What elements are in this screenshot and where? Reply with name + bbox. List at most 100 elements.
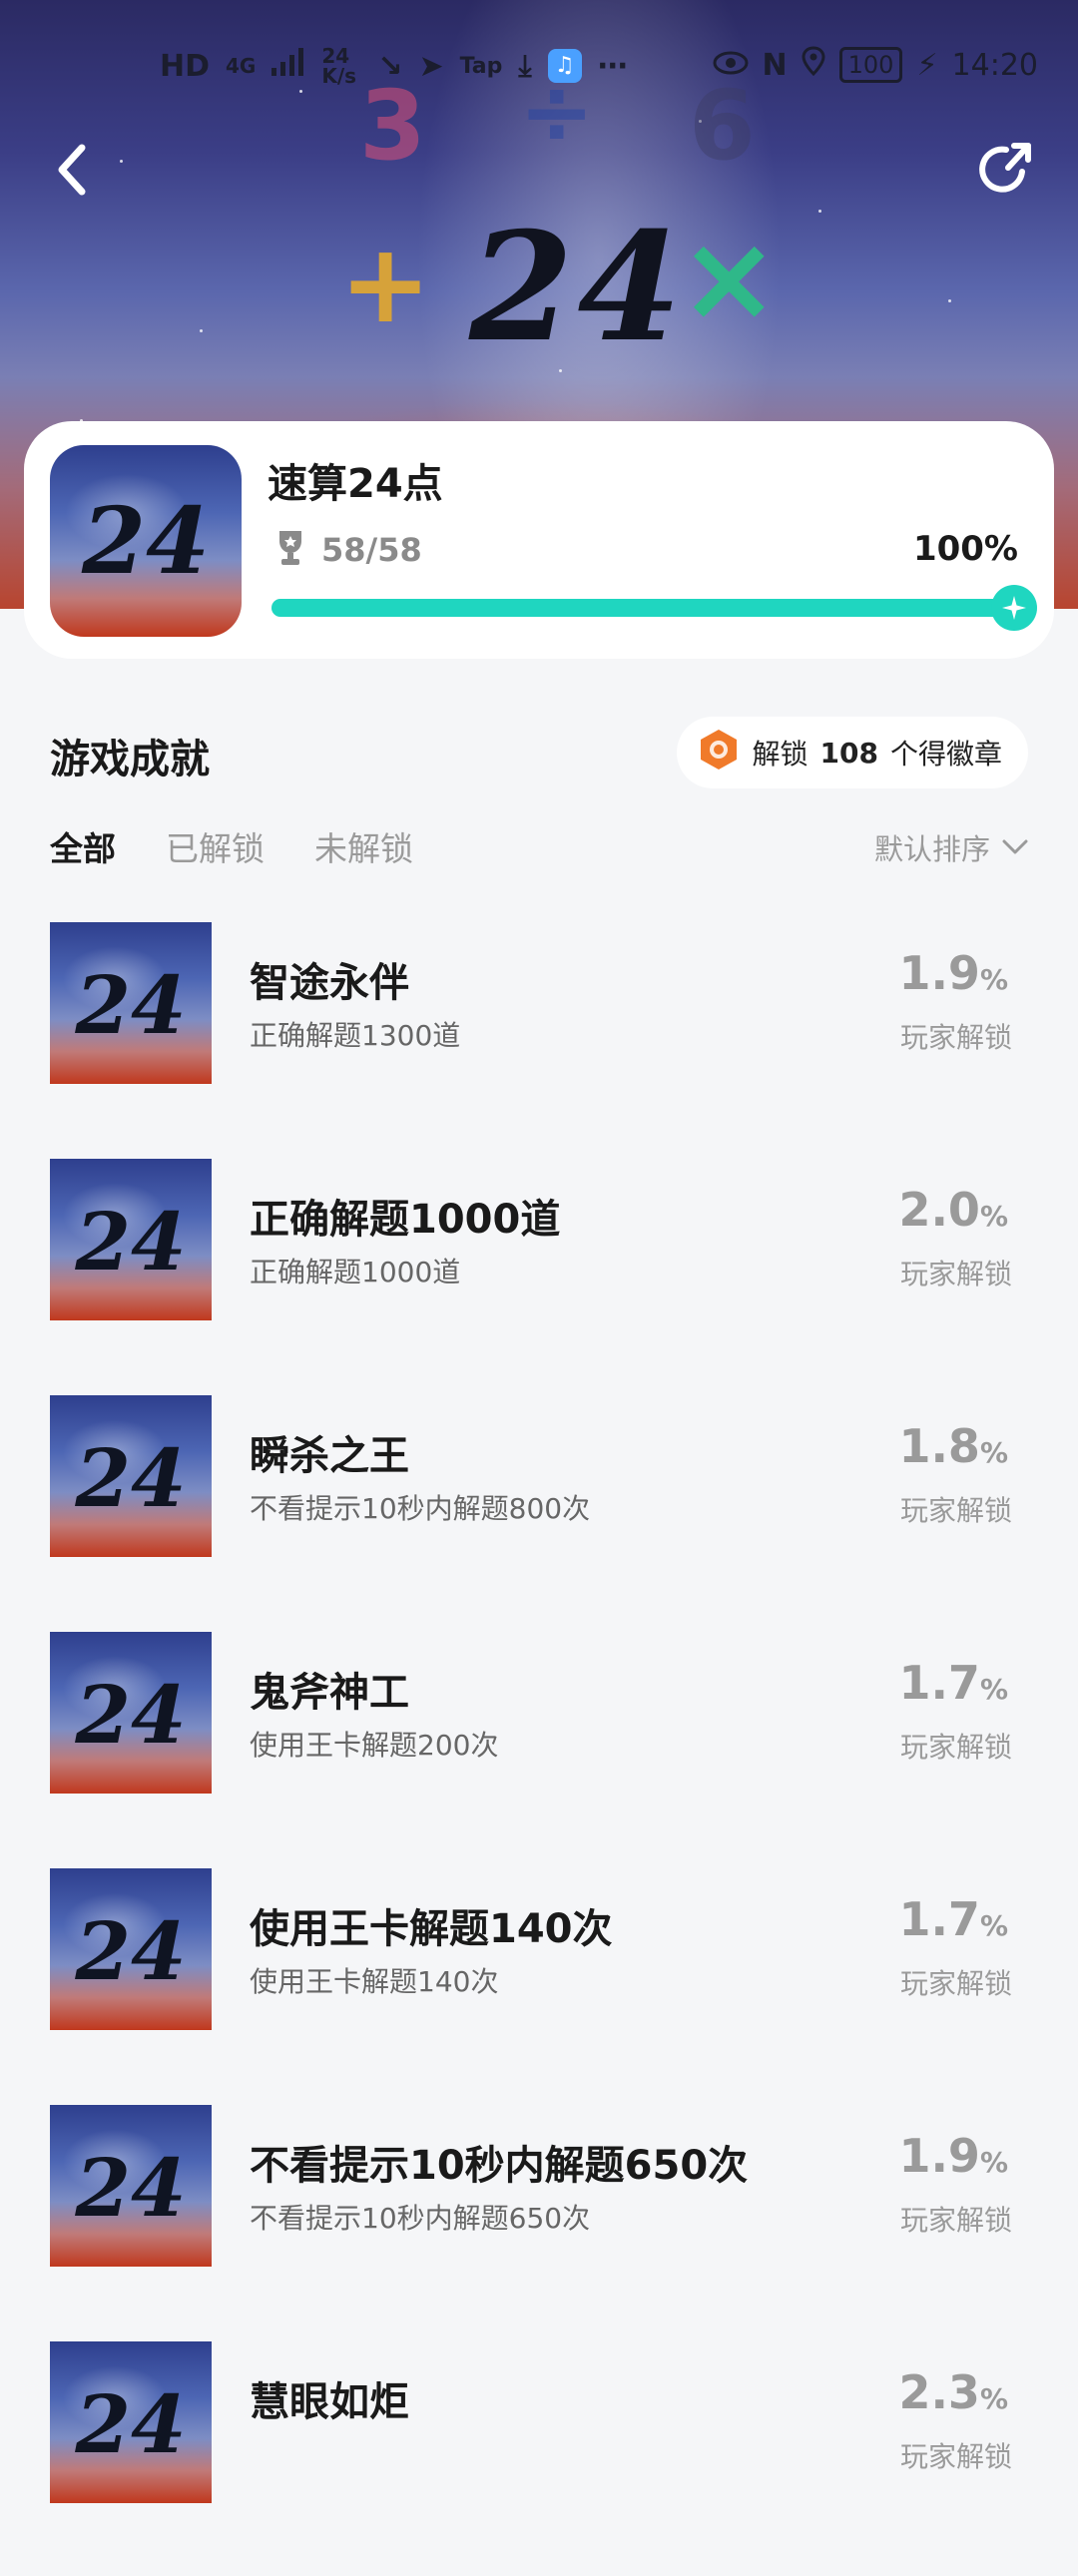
achievement-item[interactable]: 24 使用王卡解题140次 使用王卡解题140次 1.7% 玩家解锁 xyxy=(0,1866,1078,2103)
unlock-rate-label: 玩家解锁 xyxy=(899,1967,1012,2000)
percent-sign: % xyxy=(979,1673,1008,1706)
unlock-rate-value: 1.9 xyxy=(898,2129,980,2183)
achievement-unlock-rate: 1.7% xyxy=(898,1656,1008,1710)
achievement-item[interactable]: 24 慧眼如炬 2.3% 玩家解锁 xyxy=(0,2339,1078,2576)
achievement-name: 使用王卡解题140次 xyxy=(250,1906,613,1952)
completion-percent: 100% xyxy=(912,529,1018,569)
status-bar: HD 4G 24 K/s ↘ ➤ Tap ⤓ ♫ ⋯ N 100 ⚡ 14:20 xyxy=(0,40,1078,100)
badge-icon xyxy=(697,728,741,778)
achievement-icon: 24 xyxy=(50,922,212,1084)
achievement-icon-number: 24 xyxy=(75,2140,187,2235)
game-icon-number: 24 xyxy=(81,487,211,596)
battery-icon: 100 xyxy=(838,47,903,83)
achievement-unlock-rate: 2.0% xyxy=(898,1183,1008,1237)
achievement-icon-number: 24 xyxy=(75,957,187,1052)
achievement-item[interactable]: 24 不看提示10秒内解题650次 不看提示10秒内解题650次 1.9% 玩家解锁 xyxy=(0,2103,1078,2339)
percent-sign: % xyxy=(979,2382,1008,2415)
share-button[interactable] xyxy=(964,130,1044,210)
unlock-rate-value: 1.8 xyxy=(898,1419,980,1473)
unlock-rate-label: 玩家解锁 xyxy=(899,2440,1012,2473)
achievement-description: 正确解题1300道 xyxy=(250,1019,461,1052)
unlock-rate-label: 玩家解锁 xyxy=(899,1731,1012,1764)
net-speed: 24 K/s xyxy=(321,44,357,88)
achievement-name: 鬼斧神工 xyxy=(250,1670,409,1716)
progress-bar xyxy=(271,585,1037,631)
achievement-item[interactable]: 24 正确解题1000道 正确解题1000道 2.0% 玩家解锁 xyxy=(0,1157,1078,1393)
share-icon xyxy=(979,143,1031,193)
achievement-description: 不看提示10秒内解题800次 xyxy=(250,1492,591,1525)
hero-symbol-times: × xyxy=(679,210,780,348)
chevron-down-icon xyxy=(1002,839,1028,854)
achievement-name: 正确解题1000道 xyxy=(250,1197,561,1243)
achievement-list: 24 智途永伴 正确解题1300道 1.9% 玩家解锁 24 正确解题1000道 正确解题10… xyxy=(0,920,1078,2576)
achievement-item[interactable]: 24 智途永伴正确解题1300道 1.9% 玩家解锁 xyxy=(0,920,1078,1157)
achievement-description: 正确解题1000道 xyxy=(250,1256,461,1288)
achievement-description: 使用王卡解题140次 xyxy=(250,1965,499,1998)
hero-number: 24 xyxy=(469,200,686,375)
game-title: 速算24点 xyxy=(268,461,443,507)
achievement-description: 使用王卡解题200次 xyxy=(250,1729,499,1762)
achievement-unlock-rate: 1.9% xyxy=(898,2129,1008,2183)
unlock-rate-value: 1.7 xyxy=(898,1656,980,1710)
achievement-icon: 24 xyxy=(50,2341,212,2503)
back-button[interactable] xyxy=(32,130,112,210)
achievement-name: 不看提示10秒内解题650次 xyxy=(250,2143,749,2189)
percent-sign: % xyxy=(979,1436,1008,1469)
badge-count: 108 xyxy=(819,736,878,770)
achievement-icon-number: 24 xyxy=(75,1194,187,1288)
achievement-icon-number: 24 xyxy=(75,1430,187,1525)
trophy-icon xyxy=(273,529,307,571)
unlock-rate-label: 玩家解锁 xyxy=(899,1258,1012,1290)
tab-locked[interactable]: 未解锁 xyxy=(314,822,413,870)
achievement-item[interactable]: 24 瞬杀之王不看提示10秒内解题800次 1.8% 玩家解锁 xyxy=(0,1393,1078,1630)
badge-prefix: 解锁 xyxy=(752,738,808,771)
location-icon xyxy=(802,46,825,84)
music-app-icon: ♫ xyxy=(547,49,582,83)
nfc-icon: N xyxy=(762,47,788,83)
tab-all[interactable]: 全部 xyxy=(50,822,116,870)
achievement-icon: 24 xyxy=(50,1395,212,1557)
unlock-rate-value: 1.7 xyxy=(898,1892,980,1946)
download-icon: ⤓ xyxy=(518,48,532,84)
achievement-description: 不看提示10秒内解题650次 xyxy=(250,2202,591,2235)
unlock-rate-label: 玩家解锁 xyxy=(899,1021,1012,1054)
unlock-rate-label: 玩家解锁 xyxy=(899,2204,1012,2237)
sort-label: 默认排序 xyxy=(873,832,990,866)
hd-indicator: HD xyxy=(160,48,211,84)
achievement-unlock-rate: 1.7% xyxy=(898,1892,1008,1946)
signal-icon xyxy=(271,48,305,84)
achievement-icon-number: 24 xyxy=(75,1667,187,1762)
unlock-rate-label: 玩家解锁 xyxy=(899,1494,1012,1527)
filter-tabs: 全部 已解锁 未解锁 xyxy=(50,822,413,870)
unlock-rate-value: 2.3 xyxy=(898,2365,980,2419)
trophy-count: 58/58 xyxy=(321,531,422,569)
achievement-unlock-rate: 1.9% xyxy=(898,946,1008,1000)
send-icon: ➤ xyxy=(418,48,444,84)
tab-unlocked[interactable]: 已解锁 xyxy=(166,822,265,870)
achievement-item[interactable]: 24 鬼斧神工使用王卡解题200次 1.7% 玩家解锁 xyxy=(0,1630,1078,1866)
game-summary-card[interactable]: 24 速算24点 58/58 100% xyxy=(24,421,1054,659)
unlock-rate-value: 2.0 xyxy=(898,1183,980,1237)
achievement-unlock-rate: 1.8% xyxy=(898,1419,1008,1473)
badge-unlock-pill[interactable]: 解锁 108 个得徽章 xyxy=(676,717,1028,788)
progress-fill xyxy=(271,599,1014,617)
sort-dropdown[interactable]: 默认排序 xyxy=(874,826,1028,868)
achievement-name: 瞬杀之王 xyxy=(250,1433,409,1479)
achievement-unlock-rate: 2.3% xyxy=(898,2365,1008,2419)
unlock-rate-value: 1.9 xyxy=(898,946,980,1000)
percent-sign: % xyxy=(979,1909,1008,1942)
missed-call-icon: ↘ xyxy=(377,48,403,84)
achievement-icon-number: 24 xyxy=(75,1903,187,1998)
achievement-icon: 24 xyxy=(50,1868,212,2030)
achievement-name: 智途永伴 xyxy=(250,960,409,1006)
hero-symbol-plus: + xyxy=(339,220,432,347)
percent-sign: % xyxy=(979,2146,1008,2179)
badge-suffix: 个得徽章 xyxy=(889,738,1002,771)
achievement-icon: 24 xyxy=(50,1159,212,1320)
percent-sign: % xyxy=(979,1200,1008,1233)
progress-star-icon xyxy=(991,585,1037,631)
clock: 14:20 xyxy=(951,47,1038,83)
tap-indicator: Tap xyxy=(459,53,503,79)
more-notifications-icon: ⋯ xyxy=(597,48,628,84)
charging-icon: ⚡ xyxy=(916,47,938,83)
